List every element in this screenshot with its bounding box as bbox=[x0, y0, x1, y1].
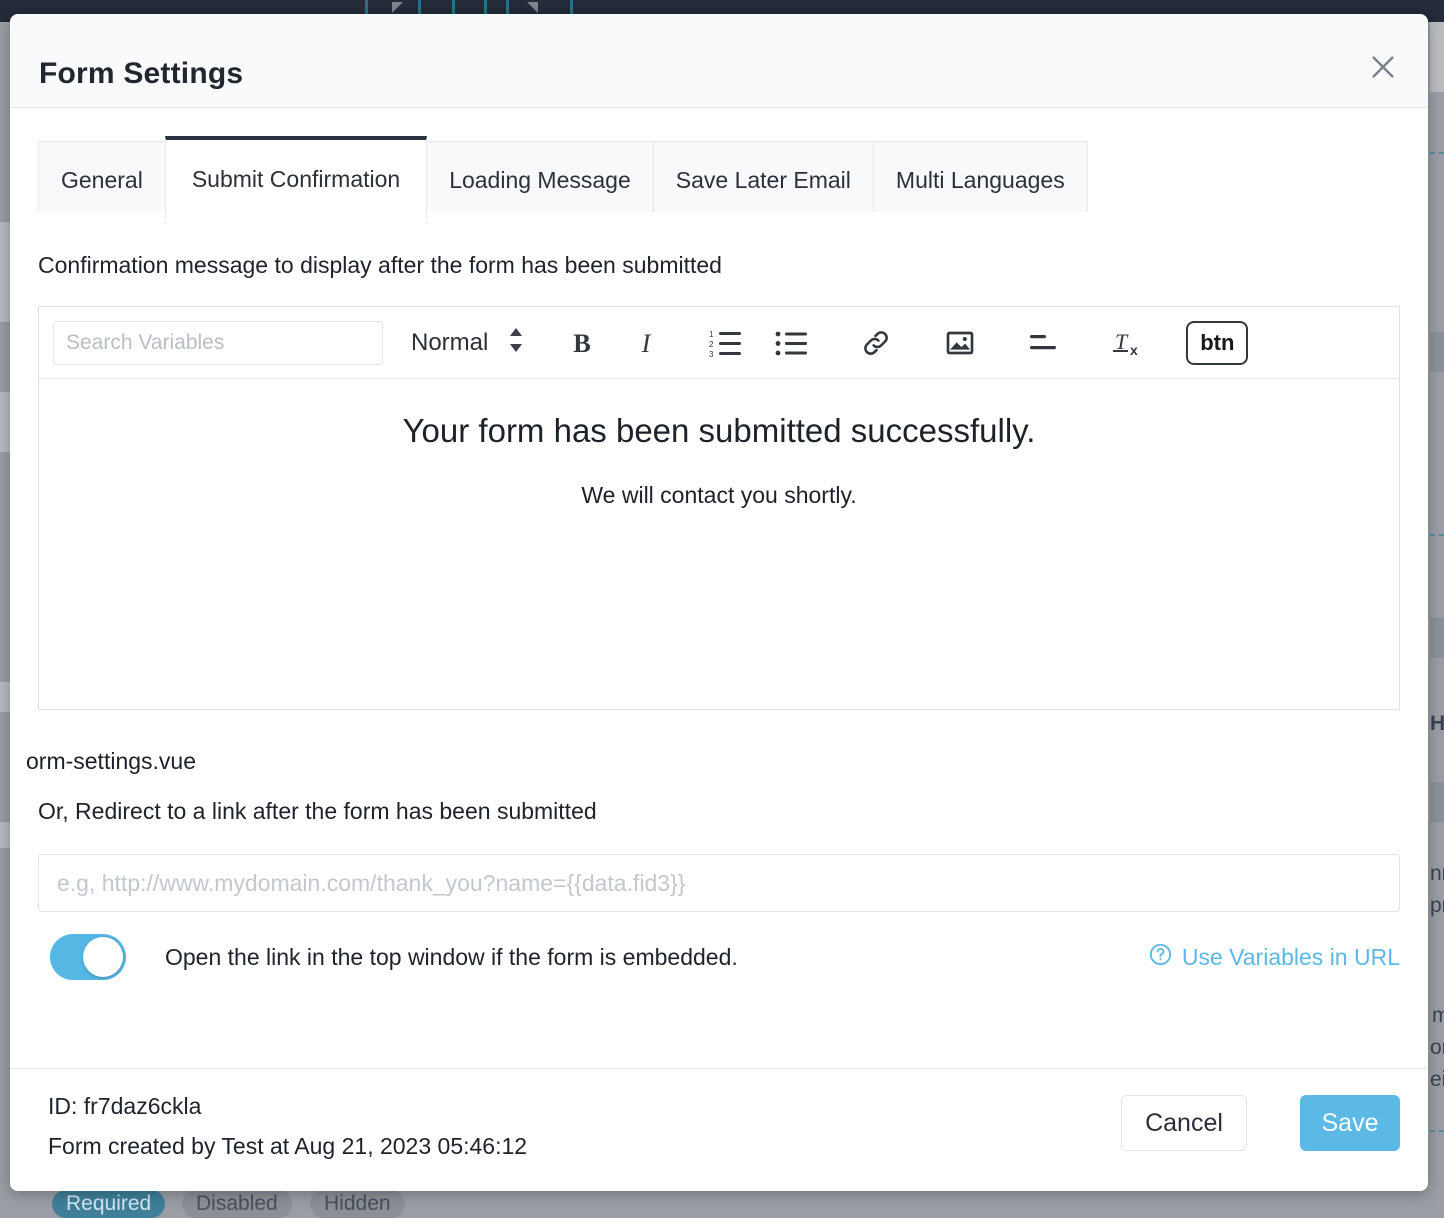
editor-toolbar: Normal B I 1 bbox=[39, 307, 1399, 379]
button-insert-icon[interactable]: btn bbox=[1186, 321, 1248, 365]
form-id-text: ID: fr7daz6ckla bbox=[48, 1093, 201, 1120]
svg-text:x: x bbox=[1130, 342, 1138, 358]
svg-text:B: B bbox=[574, 328, 592, 357]
background-fragment: ein bbox=[1430, 1068, 1444, 1092]
background-fragment: m bbox=[1432, 1004, 1444, 1028]
background-chip-required: Required bbox=[52, 1190, 165, 1218]
chevron-updown-icon bbox=[508, 327, 524, 358]
background-chip-disabled: Disabled bbox=[182, 1190, 292, 1218]
align-icon[interactable] bbox=[1018, 317, 1070, 369]
image-icon[interactable] bbox=[934, 317, 986, 369]
ordered-list-icon[interactable]: 1 2 3 bbox=[700, 317, 752, 369]
modal-body: Confirmation message to display after th… bbox=[10, 212, 1428, 1068]
tab-submit-confirmation[interactable]: Submit Confirmation bbox=[165, 136, 427, 218]
settings-tabs: General Submit Confirmation Loading Mess… bbox=[38, 136, 1428, 218]
tab-general[interactable]: General bbox=[38, 141, 166, 217]
button-insert-label: btn bbox=[1200, 330, 1234, 356]
editor-body-text: We will contact you shortly. bbox=[69, 482, 1369, 509]
clear-format-icon[interactable]: T x bbox=[1102, 317, 1154, 369]
form-created-text: Form created by Test at Aug 21, 2023 05:… bbox=[48, 1133, 527, 1160]
cancel-button[interactable]: Cancel bbox=[1121, 1095, 1247, 1151]
help-circle-icon bbox=[1148, 942, 1173, 973]
background-fragment: pr bbox=[1430, 894, 1444, 918]
background-chip-hidden: Hidden bbox=[310, 1190, 405, 1218]
redirect-label: Or, Redirect to a link after the form ha… bbox=[38, 798, 597, 825]
page-title: Form Settings bbox=[39, 57, 243, 91]
background-fragment: or bbox=[1430, 1036, 1444, 1060]
open-in-top-window-toggle[interactable] bbox=[50, 934, 126, 980]
top-window-toggle-row: Open the link in the top window if the f… bbox=[38, 928, 1400, 988]
confirmation-message-label: Confirmation message to display after th… bbox=[38, 252, 722, 279]
svg-text:I: I bbox=[641, 328, 652, 357]
bold-icon[interactable]: B bbox=[556, 317, 608, 369]
format-dropdown[interactable]: Normal bbox=[411, 327, 524, 358]
svg-text:1: 1 bbox=[709, 330, 714, 339]
toggle-knob bbox=[83, 937, 123, 977]
form-settings-modal: Form Settings General Submit Confirmatio… bbox=[10, 14, 1428, 1191]
search-input[interactable] bbox=[53, 321, 383, 365]
use-variables-in-url-label: Use Variables in URL bbox=[1182, 944, 1400, 971]
link-icon[interactable] bbox=[850, 317, 902, 369]
use-variables-in-url-link[interactable]: Use Variables in URL bbox=[1148, 942, 1400, 973]
editor-heading-text: Your form has been submitted successfull… bbox=[69, 412, 1369, 450]
toggle-label: Open the link in the top window if the f… bbox=[165, 944, 738, 971]
tab-loading-message[interactable]: Loading Message bbox=[426, 141, 654, 217]
rich-text-editor: Normal B I 1 bbox=[38, 306, 1400, 710]
modal-footer: ID: fr7daz6ckla Form created by Test at … bbox=[10, 1068, 1428, 1191]
tab-multi-languages[interactable]: Multi Languages bbox=[873, 141, 1088, 217]
overlay-filename-label: orm-settings.vue bbox=[26, 748, 196, 775]
redirect-url-input[interactable] bbox=[38, 854, 1400, 912]
bullet-list-icon[interactable] bbox=[766, 317, 818, 369]
svg-text:3: 3 bbox=[709, 350, 714, 358]
italic-icon[interactable]: I bbox=[620, 317, 672, 369]
save-button[interactable]: Save bbox=[1300, 1095, 1400, 1151]
background-fragment: nn bbox=[1430, 862, 1444, 886]
tab-save-later-email[interactable]: Save Later Email bbox=[653, 141, 874, 217]
background-fragment: HI bbox=[1430, 712, 1444, 736]
editor-content[interactable]: Your form has been submitted successfull… bbox=[39, 380, 1399, 709]
format-dropdown-value: Normal bbox=[411, 329, 488, 357]
svg-text:2: 2 bbox=[709, 340, 714, 349]
modal-header: Form Settings bbox=[10, 14, 1428, 108]
close-icon[interactable] bbox=[1358, 42, 1408, 92]
